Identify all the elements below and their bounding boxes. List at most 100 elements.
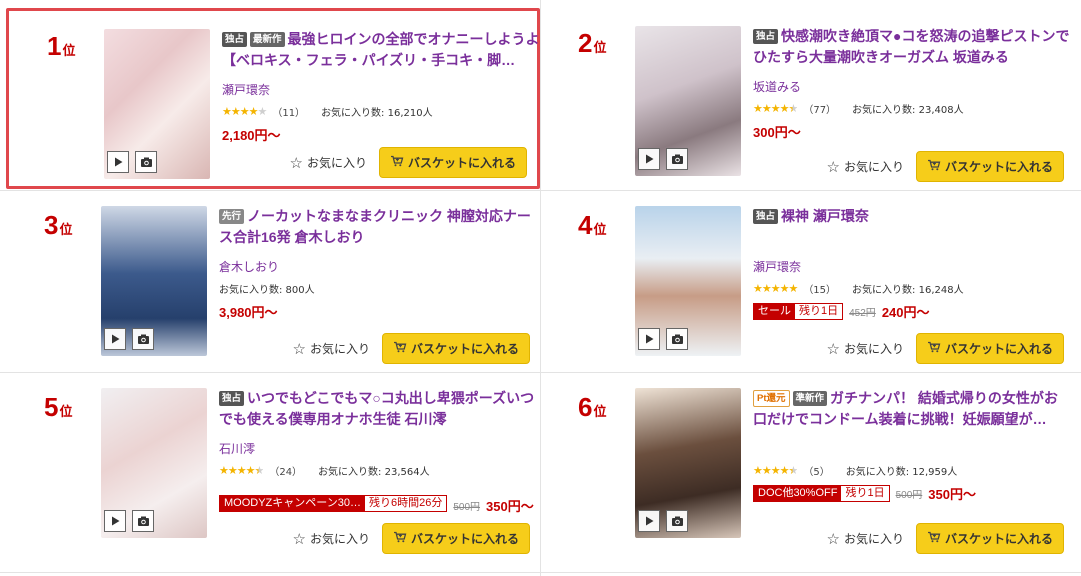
favorite-button[interactable]: ☆ お気に入り — [827, 530, 904, 548]
rating-stars: ★★★★★ — [222, 104, 267, 118]
product-title-link[interactable]: 先行 ノーカットなまなまクリニック 神膣対応ナース合計16発 倉木しおり — [219, 206, 537, 248]
add-to-basket-button[interactable]: バスケットに入れる — [916, 333, 1064, 364]
product-thumbnail[interactable] — [104, 29, 210, 179]
product-thumbnail[interactable] — [101, 388, 207, 538]
card-actions: ☆ お気に入り バスケットに入れる — [827, 151, 1064, 182]
product-title-link[interactable]: 独占 最新作 最強ヒロインの全部でオナニーしようよ【ベロキス・フェラ・パイズリ・手コ… — [222, 29, 540, 71]
actress-link[interactable]: 石川澪 — [219, 440, 537, 456]
camera-icon[interactable] — [135, 151, 157, 173]
product-badge: 独占 — [753, 29, 779, 44]
rank-suffix: 位 — [59, 404, 73, 419]
original-price: 500円 — [453, 501, 481, 513]
product-badge: 独占 — [222, 32, 248, 47]
price: 240円～ — [881, 304, 930, 320]
sale-label: MOODYZキャンペーン30… — [220, 495, 365, 511]
product-title-link[interactable]: 独占 快感潮吹き絶頂マ●コを怒涛の追撃ピストンでひたすら大量潮吹きオーガズム 坂道… — [753, 26, 1071, 68]
product-thumbnail[interactable] — [635, 206, 741, 356]
product-title-link[interactable]: 独占 いつでもどこでもマ○コ丸出し卑猥ポーズいつでも使える僕専用オナホ生徒 石川澪 — [219, 388, 537, 430]
add-to-basket-button[interactable]: バスケットに入れる — [379, 147, 527, 178]
favorite-button[interactable]: ☆ お気に入り — [827, 158, 904, 176]
product-title-link[interactable]: Pt還元 準新作 ガチナンパ！ 結婚式帰りの女性がお口だけでコンドーム装着に挑戦！妊… — [753, 388, 1071, 430]
actress-link[interactable]: 倉木しおり — [219, 258, 537, 274]
star-outline-icon: ☆ — [826, 340, 840, 358]
product-title-link[interactable]: 独占 裸神 瀬戸環奈 — [753, 206, 1071, 248]
review-count: （15） — [803, 284, 837, 296]
actress-link[interactable]: 坂道みる — [753, 78, 1071, 94]
favorite-button[interactable]: ☆ お気に入り — [290, 154, 367, 172]
sale-remaining: 残り1日 — [841, 485, 889, 501]
play-icon[interactable] — [638, 148, 660, 170]
product-info: 独占 最新作 最強ヒロインの全部でオナニーしようよ【ベロキス・フェラ・パイズリ・手コ… — [222, 29, 540, 144]
favorite-label: お気に入り — [309, 532, 370, 546]
ranking-card[interactable]: 4位 独占 裸神 瀬戸環奈 瀬戸環奈 ★★★★★ （15） お気に入り数: 16,248人セ… — [540, 190, 1074, 372]
ranking-card[interactable]: 6位 Pt還元 準新作 ガチナンパ！ 結婚式帰りの女性がお口だけでコンドーム装着に挑戦… — [540, 372, 1074, 572]
product-badge: 独占 — [219, 391, 245, 406]
camera-icon[interactable] — [666, 148, 688, 170]
rank-suffix: 位 — [593, 222, 607, 237]
add-to-basket-label: バスケットに入れる — [407, 156, 516, 170]
favorite-button[interactable]: ☆ お気に入り — [293, 340, 370, 358]
ranking-card[interactable]: 5位 独占 いつでもどこでもマ○コ丸出し卑猥ポーズいつでも使える僕専用オナホ生徒 石… — [6, 372, 540, 572]
add-to-basket-button[interactable]: バスケットに入れる — [382, 523, 530, 554]
favorite-button[interactable]: ☆ お気に入り — [827, 340, 904, 358]
favorite-count: お気に入り数: 800人 — [219, 284, 315, 296]
favorite-label: お気に入り — [843, 532, 904, 546]
star-outline-icon: ☆ — [826, 158, 840, 176]
favorite-button[interactable]: ☆ お気に入り — [293, 530, 370, 548]
star-outline-icon: ☆ — [292, 340, 306, 358]
actress-link[interactable]: 瀬戸環奈 — [222, 81, 540, 97]
add-to-basket-label: バスケットに入れる — [944, 160, 1053, 174]
add-to-basket-button[interactable]: バスケットに入れる — [916, 151, 1064, 182]
add-to-basket-label: バスケットに入れる — [410, 342, 519, 356]
play-icon[interactable] — [638, 328, 660, 350]
product-stats: お気に入り数: 800人 — [219, 281, 537, 296]
star-outline-icon: ☆ — [292, 530, 306, 548]
original-price: 500円 — [895, 489, 923, 501]
original-price: 452円 — [849, 307, 876, 319]
rating-stars: ★★★★★ — [753, 463, 798, 477]
price: 350円～ — [928, 486, 976, 502]
product-stats: ★★★★★ （24） お気に入り数: 23,564人 — [219, 463, 537, 478]
product-badge: 独占 — [753, 209, 779, 224]
add-to-basket-button[interactable]: バスケットに入れる — [382, 333, 530, 364]
product-title[interactable]: ノーカットなまなまクリニック 神膣対応ナース合計16発 倉木しおり — [219, 208, 531, 245]
play-icon[interactable] — [638, 510, 660, 532]
camera-icon[interactable] — [666, 328, 688, 350]
ranking-card[interactable]: 1位 独占 最新作 最強ヒロインの全部でオナニーしようよ【ベロキス・フェラ・パイズリ・… — [6, 8, 540, 189]
product-title[interactable]: 快感潮吹き絶頂マ●コを怒涛の追撃ピストンでひたすら大量潮吹きオーガズム 坂道みる — [753, 28, 1069, 65]
actress-link[interactable] — [753, 440, 1071, 456]
product-thumbnail[interactable] — [101, 206, 207, 356]
play-icon[interactable] — [104, 328, 126, 350]
sale-tag: セール 残り1日 — [753, 302, 844, 320]
sale-tag: MOODYZキャンペーン30… 残り6時間26分 — [219, 494, 448, 512]
star-outline-icon: ☆ — [826, 530, 840, 548]
sale-tag: DOC他30%OFF 残り1日 — [753, 484, 890, 502]
camera-icon[interactable] — [132, 328, 154, 350]
play-icon[interactable] — [104, 510, 126, 532]
rank-suffix: 位 — [62, 43, 76, 58]
product-thumbnail[interactable] — [635, 388, 741, 538]
ranking-grid: 1位 独占 最新作 最強ヒロインの全部でオナニーしようよ【ベロキス・フェラ・パイズリ・… — [0, 0, 1081, 576]
price: 300円～ — [753, 124, 801, 140]
actress-link[interactable]: 瀬戸環奈 — [753, 258, 1071, 274]
camera-icon[interactable] — [132, 510, 154, 532]
rank-suffix: 位 — [59, 222, 73, 237]
rank-value: 3 — [44, 210, 59, 240]
price-line: MOODYZキャンペーン30… 残り6時間26分 500円 350円～ — [219, 483, 537, 523]
card-actions: ☆ お気に入り バスケットに入れる — [290, 147, 527, 178]
price: 3,980円～ — [219, 304, 278, 320]
add-to-basket-button[interactable]: バスケットに入れる — [916, 523, 1064, 554]
product-thumbnail[interactable] — [635, 26, 741, 176]
product-title[interactable]: 裸神 瀬戸環奈 — [781, 208, 869, 224]
card-actions: ☆ お気に入り バスケットに入れる — [293, 523, 530, 554]
star-outline-icon: ☆ — [289, 154, 303, 172]
card-actions: ☆ お気に入り バスケットに入れる — [293, 333, 530, 364]
ranking-card[interactable]: 2位 独占 快感潮吹き絶頂マ●コを怒涛の追撃ピストンでひたすら大量潮吹きオーガズム … — [540, 8, 1074, 190]
play-icon[interactable] — [107, 151, 129, 173]
product-title[interactable]: いつでもどこでもマ○コ丸出し卑猥ポーズいつでも使える僕専用オナホ生徒 石川澪 — [219, 390, 534, 427]
product-info: 独占 裸神 瀬戸環奈 瀬戸環奈 ★★★★★ （15） お気に入り数: 16,248人 セール… — [753, 206, 1071, 321]
camera-icon[interactable] — [666, 510, 688, 532]
cart-icon — [393, 531, 407, 546]
product-badge: 準新作 — [792, 391, 828, 406]
ranking-card[interactable]: 3位 先行 ノーカットなまなまクリニック 神膣対応ナース合計16発 倉木しおり倉木し… — [6, 190, 540, 372]
